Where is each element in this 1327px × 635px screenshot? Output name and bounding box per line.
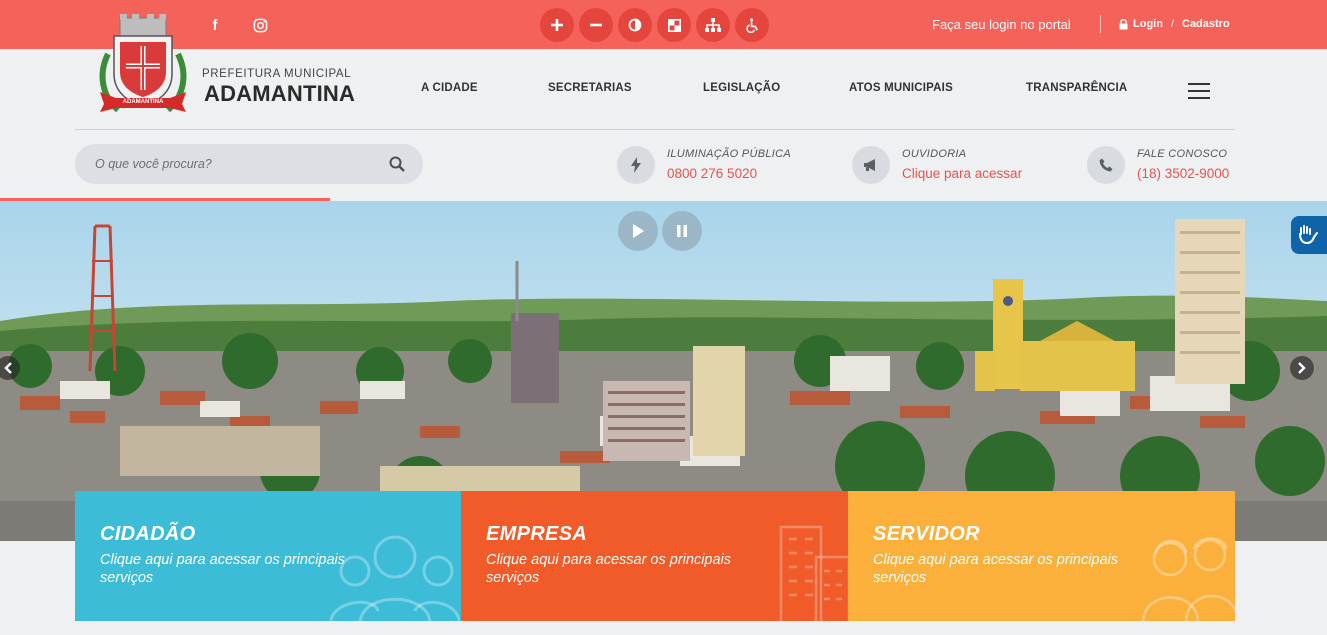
facebook-glyph: f [212, 16, 218, 34]
nav-atos-municipais[interactable]: ATOS MUNICIPAIS [849, 82, 953, 94]
nav-secretarias[interactable]: SECRETARIAS [548, 82, 632, 94]
card-empresa[interactable]: EMPRESA Clique aqui para acessar os prin… [461, 491, 848, 621]
sign-language-icon[interactable] [1291, 216, 1327, 254]
card-title: EMPRESA [486, 523, 588, 545]
contrast-icon[interactable] [618, 8, 652, 42]
card-title: SERVIDOR [873, 523, 980, 545]
header-divider [75, 129, 1235, 130]
logo-ribbon-text: ADAMANTINA [122, 99, 164, 105]
decrease-font-icon[interactable] [579, 8, 613, 42]
contact-value[interactable]: 0800 276 5020 [667, 166, 757, 181]
nav-a-cidade[interactable]: A CIDADE [421, 82, 478, 94]
pause-button[interactable] [662, 211, 702, 251]
hero-city-image [0, 201, 1327, 541]
search-icon[interactable] [389, 156, 405, 172]
megaphone-icon [852, 146, 890, 184]
contact-iluminacao: ILUMINAÇÃO PÚBLICA 0800 276 5020 [617, 144, 817, 184]
divider [1100, 15, 1101, 33]
contact-value[interactable]: (18) 3502-9000 [1137, 166, 1229, 181]
nav-legislacao[interactable]: LEGISLAÇÃO [703, 82, 780, 94]
city-panorama [0, 201, 1327, 541]
sitemap-icon[interactable] [696, 8, 730, 42]
city-coat-of-arms-logo[interactable]: ADAMANTINA [96, 14, 190, 120]
card-description: Clique aqui para acessar os principais s… [486, 552, 732, 586]
search-bar [75, 144, 423, 184]
card-description: Clique aqui para acessar os principais s… [873, 552, 1119, 586]
register-link[interactable]: Cadastro [1182, 18, 1230, 30]
contact-label: ILUMINAÇÃO PÚBLICA [667, 148, 791, 160]
lightning-icon [617, 146, 655, 184]
instagram-icon[interactable] [249, 14, 271, 36]
login-links: Login / Cadastro [1119, 18, 1230, 30]
login-link[interactable]: Login [1133, 18, 1163, 30]
facebook-icon[interactable]: f [204, 14, 226, 36]
card-title: CIDADÃO [100, 523, 196, 545]
card-description: Clique aqui para acessar os principais s… [100, 552, 346, 586]
slider-next-button[interactable] [1290, 356, 1314, 380]
wheelchair-icon[interactable] [735, 8, 769, 42]
search-input[interactable] [95, 157, 375, 171]
contact-ouvidoria: OUVIDORIA Clique para acessar [852, 144, 1052, 184]
login-prompt: Faça seu login no portal [932, 17, 1071, 32]
contact-label: OUVIDORIA [902, 148, 967, 160]
nav-transparencia[interactable]: TRANSPARÊNCIA [1026, 82, 1127, 94]
brand-subtitle: PREFEITURA MUNICIPAL [202, 68, 352, 80]
increase-font-icon[interactable] [540, 8, 574, 42]
top-bar: f Faça seu login no portal Login / Cadas… [0, 0, 1327, 49]
login-separator: / [1170, 18, 1174, 30]
phone-icon [1087, 146, 1125, 184]
card-servidor[interactable]: SERVIDOR Clique aqui para acessar os pri… [848, 491, 1235, 621]
menu-icon[interactable] [1188, 83, 1210, 101]
lock-icon [1119, 18, 1128, 29]
contact-fale-conosco: FALE CONOSCO (18) 3502-9000 [1087, 144, 1237, 184]
contact-value[interactable]: Clique para acessar [902, 166, 1022, 181]
contact-label: FALE CONOSCO [1137, 148, 1228, 160]
brand-title[interactable]: ADAMANTINA [204, 81, 355, 107]
play-button[interactable] [618, 211, 658, 251]
high-contrast-icon[interactable] [657, 8, 691, 42]
card-cidadao[interactable]: CIDADÃO Clique aqui para acessar os prin… [75, 491, 461, 621]
